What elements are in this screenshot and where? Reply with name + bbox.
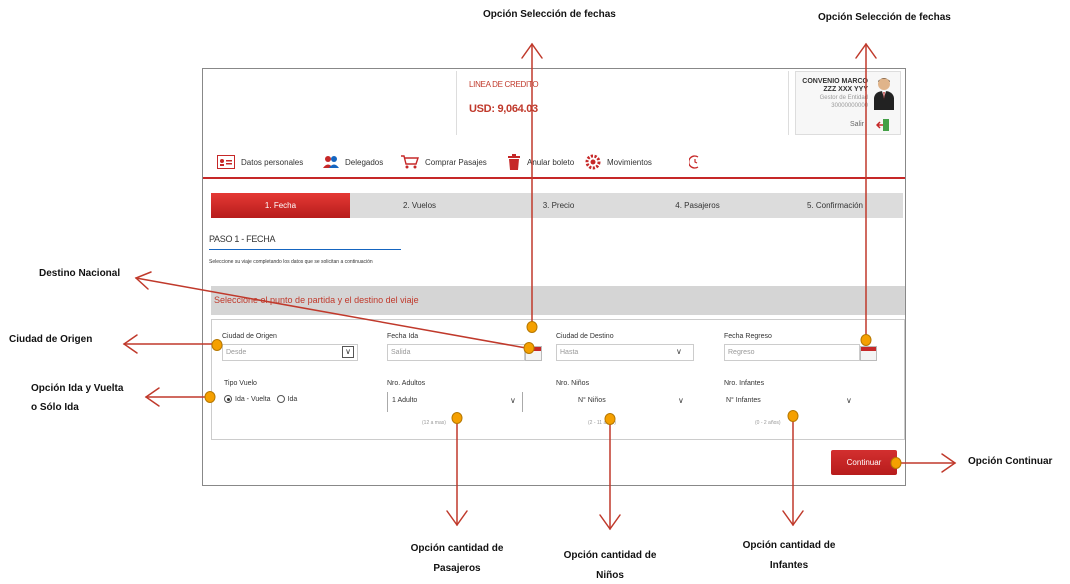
user-panel: CONVENIO MARCO ZZZ XXX YYY Gestor de Ent… (795, 71, 901, 135)
chevron-down-icon[interactable]: ∨ (846, 396, 852, 405)
children-label: Nro. Niños (556, 380, 590, 387)
tab-pasajeros[interactable]: 4. Pasajeros (628, 193, 767, 218)
tab-vuelos[interactable]: 2. Vuelos (350, 193, 489, 218)
nav-item-datos-personales[interactable]: Datos personales (217, 153, 303, 171)
dest-select[interactable]: Hasta (556, 344, 694, 361)
chevron-down-icon[interactable]: ∨ (678, 396, 684, 405)
dest-placeholder: Hasta (560, 349, 579, 356)
infants-hint: (0 - 2 años) (755, 420, 781, 426)
depart-label: Fecha Ida (387, 333, 419, 340)
annotation-tipo-line2: o Sólo Ida (31, 402, 79, 413)
children-hint: (2 - 11 años) (588, 420, 616, 426)
return-date-input[interactable]: Regreso (724, 344, 860, 361)
nav-label: Datos personales (241, 157, 304, 167)
nav-label: Anular boleto (527, 157, 575, 167)
children-select[interactable]: N° Niños (578, 397, 606, 404)
annotation-ninos-line1: Opción cantidad de (563, 550, 657, 561)
adults-select-border (387, 392, 388, 412)
calendar-icon[interactable] (525, 346, 542, 361)
step-tabs: 1. Fecha 2. Vuelos 3. Precio 4. Pasajero… (211, 193, 903, 218)
trash-icon (508, 154, 520, 170)
tab-precio[interactable]: 3. Precio (489, 193, 628, 218)
step-title: PASO 1 - FECHA (209, 234, 276, 244)
user-name: ZZZ XXX YYY (823, 86, 868, 93)
annotation-ninos: Opción cantidad de Niños (550, 546, 670, 584)
depart-placeholder: Salida (391, 349, 411, 356)
nav-item-delegados[interactable]: Delegados (323, 153, 383, 171)
annotation-ninos-line2: Niños (596, 570, 624, 581)
radio-roundtrip-label: Ida - Vuelta (235, 395, 271, 403)
infants-select[interactable]: N° Infantes (726, 397, 761, 404)
annotation-destino: Destino Nacional (39, 268, 121, 279)
depart-date-input[interactable]: Salida (387, 344, 525, 361)
nav-label: Movimientos (607, 157, 652, 167)
user-role: Gestor de Entidad (819, 95, 868, 101)
section-header: Seleccione el punto de partida y el dest… (211, 286, 905, 315)
nav-item-movimientos[interactable]: Movimientos (585, 153, 652, 171)
cart-icon (401, 155, 419, 169)
nav-label: Delegados (345, 157, 384, 167)
origin-select[interactable]: Desde (222, 344, 358, 361)
step-title-underline (209, 249, 401, 250)
continue-button[interactable]: Continuar (831, 450, 897, 475)
nav-item-history[interactable] (689, 153, 707, 171)
users-icon (323, 156, 339, 168)
chevron-down-icon[interactable]: ∨ (510, 396, 516, 405)
search-form: Ciudad de Origen Desde ∨ Fecha Ida Salid… (211, 319, 905, 440)
adults-hint: (12 a mas) (422, 420, 446, 426)
return-placeholder: Regreso (728, 349, 755, 356)
logout-label[interactable]: Salir (850, 121, 864, 128)
section-title: Seleccione el punto de partida y el dest… (214, 295, 419, 305)
adults-select[interactable]: 1 Adulto (392, 397, 417, 404)
annotation-infantes-line2: Infantes (769, 560, 809, 571)
origin-placeholder: Desde (226, 349, 247, 356)
annotation-tipo-line1: Opción Ida y Vuelta (31, 383, 124, 394)
annotation-infantes: Opción cantidad de Infantes (729, 536, 849, 576)
tab-fecha[interactable]: 1. Fecha (211, 193, 350, 218)
header: LINEA DE CREDITO USD: 9,064.03 CONVENIO … (203, 69, 905, 139)
clock-icon (689, 155, 699, 169)
arrow-left-tipo (144, 387, 210, 407)
main-nav: Datos personales Delegados Comprar Pasaj… (203, 145, 905, 179)
app-window: LINEA DE CREDITO USD: 9,064.03 CONVENIO … (202, 68, 906, 486)
trip-type-group: Ida - Vuelta Ida (224, 395, 297, 403)
credit-amount: USD: 9,064.03 (469, 103, 538, 115)
annotation-pasajeros-line1: Opción cantidad de (410, 543, 504, 554)
annotation-infantes-line1: Opción cantidad de (742, 540, 836, 551)
annotation-continuar: Opción Continuar (968, 456, 1053, 467)
avatar (874, 78, 894, 110)
nav-item-anular-boleto[interactable]: Anular boleto (507, 153, 574, 171)
logout-icon[interactable] (876, 119, 890, 131)
return-label: Fecha Regreso (724, 333, 772, 340)
chevron-down-icon[interactable]: ∨ (676, 347, 682, 356)
radio-oneway[interactable] (276, 395, 285, 403)
chevron-down-icon[interactable]: ∨ (342, 346, 354, 358)
calendar-icon[interactable] (860, 346, 877, 361)
radio-oneway-label: Ida (287, 395, 298, 403)
annotation-dates-return: Opción Selección de fechas (818, 12, 951, 23)
annotation-pasajeros: Opción cantidad de Pasajeros (397, 539, 517, 579)
dest-label: Ciudad de Destino (556, 333, 614, 340)
origin-label: Ciudad de Origen (222, 333, 277, 340)
nav-item-comprar-pasajes[interactable]: Comprar Pasajes (401, 153, 487, 171)
radio-roundtrip[interactable] (224, 395, 232, 403)
infants-label: Nro. Infantes (724, 380, 765, 387)
adults-select-border (522, 392, 523, 412)
user-id: 30000000000 (831, 103, 868, 109)
annotation-dates-depart: Opción Selección de fechas (483, 9, 616, 20)
user-agreement: CONVENIO MARCO (802, 78, 868, 85)
gear-icon (585, 154, 601, 170)
adults-label: Nro. Adultos (387, 380, 426, 387)
credit-panel: LINEA DE CREDITO USD: 9,064.03 (456, 71, 789, 135)
trip-type-label: Tipo Vuelo (224, 380, 257, 387)
user-card-icon (217, 155, 235, 169)
annotation-origen: Ciudad de Origen (9, 334, 93, 345)
credit-label: LINEA DE CREDITO (469, 80, 539, 89)
annotation-pasajeros-line2: Pasajeros (433, 563, 481, 574)
nav-label: Comprar Pasajes (425, 157, 487, 167)
tab-confirmacion[interactable]: 5. Confirmación (767, 193, 903, 218)
step-instructions: Seleccione su viaje completando los dato… (209, 259, 373, 265)
